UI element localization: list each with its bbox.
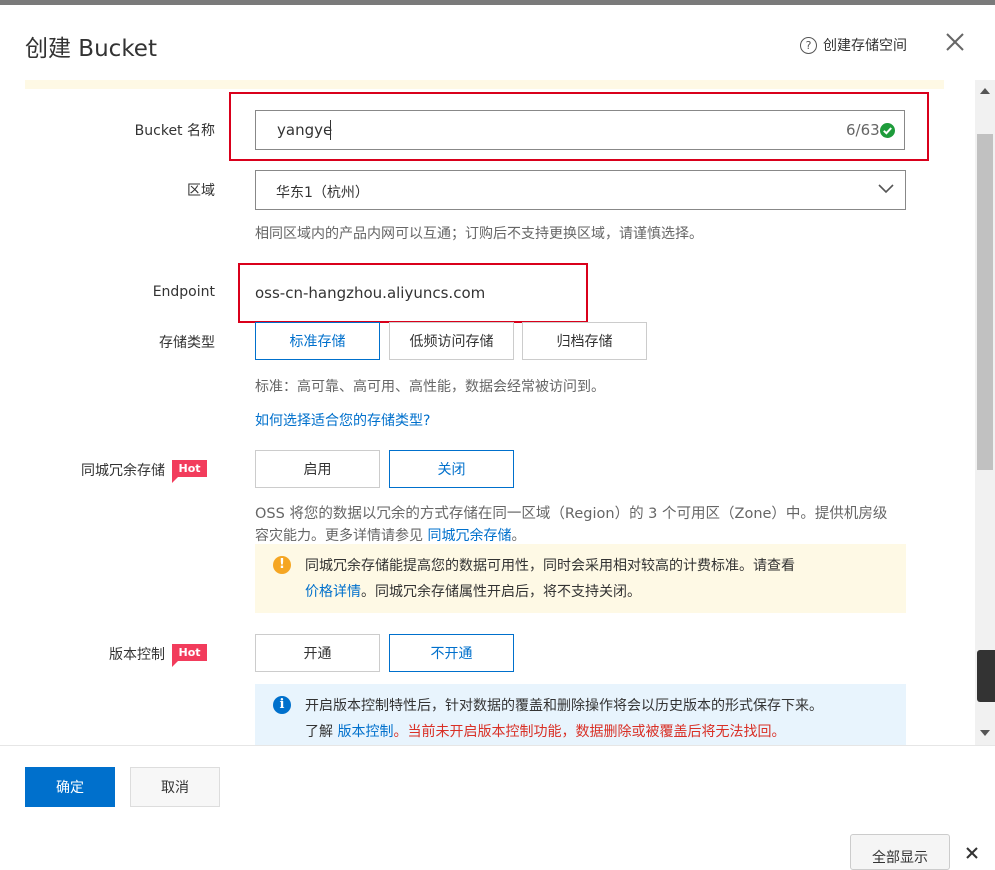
region-label: 区域 <box>187 183 215 199</box>
hot-badge: Hot <box>172 460 207 483</box>
show-all-button[interactable]: 全部显示 <box>850 834 950 870</box>
info-icon: i <box>273 696 291 714</box>
text-cursor <box>330 120 331 140</box>
versioning-doc-link[interactable]: 版本控制 <box>337 724 393 740</box>
storage-type-infrequent[interactable]: 低频访问存储 <box>389 322 514 360</box>
pricing-details-link[interactable]: 价格详情 <box>305 584 361 600</box>
versioning-notice-prefix: 了解 <box>305 724 338 740</box>
scrollbar-thumb[interactable] <box>977 134 993 470</box>
bucket-name-label: Bucket 名称 <box>134 123 215 139</box>
warning-icon: ! <box>273 556 291 574</box>
bucket-name-counter: 6/63 <box>846 121 880 139</box>
zone-redundancy-hint-line1: OSS 将您的数据以冗余的方式存储在同一区域（Region）的 3 个可用区（Z… <box>255 506 888 522</box>
dialog-title: 创建 Bucket <box>25 36 157 62</box>
region-hint: 相同区域内的产品内网可以互通；订购后不支持更换区域，请谨慎选择。 <box>255 226 703 242</box>
zone-redundancy-notice: ! 同城冗余存储能提高您的数据可用性，同时会采用相对较高的计费标准。请查看 价格… <box>255 544 906 613</box>
zone-redundancy-notice-text: 。同城冗余存储属性开启后，将不支持关闭。 <box>361 584 641 600</box>
bucket-name-input[interactable]: yangye 6/63 <box>255 110 905 150</box>
storage-type-label: 存储类型 <box>159 335 215 351</box>
check-circle-icon <box>880 123 895 138</box>
zone-redundancy-label: 同城冗余存储 <box>81 463 165 479</box>
zone-redundancy-hint-suffix: 。 <box>511 528 526 544</box>
side-widget-icon[interactable] <box>977 650 995 702</box>
zone-redundancy-hint-prefix: 容灾能力。更多详情请参见 <box>255 528 428 544</box>
hot-badge: Hot <box>172 644 207 667</box>
zone-redundancy-notice-line2: 价格详情。同城冗余存储属性开启后，将不支持关闭。 <box>305 579 888 605</box>
endpoint-value: oss-cn-hangzhou.aliyuncs.com <box>255 284 486 302</box>
versioning-disable[interactable]: 不开通 <box>389 634 514 672</box>
dialog-footer: 确定 取消 全部显示 <box>0 745 995 870</box>
cancel-button[interactable]: 取消 <box>130 767 220 807</box>
scroll-down-arrow-icon[interactable] <box>980 730 990 736</box>
versioning-notice: i 开启版本控制特性后，针对数据的覆盖和删除操作将会以历史版本的形式保存下来。 … <box>255 684 906 745</box>
close-icon[interactable] <box>965 846 979 860</box>
region-select[interactable]: 华东1（杭州） <box>255 170 906 210</box>
zone-redundancy-enable[interactable]: 启用 <box>255 450 380 488</box>
chevron-down-icon <box>878 184 894 194</box>
close-icon[interactable] <box>944 31 966 53</box>
versioning-notice-line2: 了解 版本控制。当前未开启版本控制功能，数据删除或被覆盖后将无法找回。 <box>305 719 888 745</box>
storage-type-archive[interactable]: 归档存储 <box>522 322 647 360</box>
storage-type-standard[interactable]: 标准存储 <box>255 322 380 360</box>
endpoint-label: Endpoint <box>152 284 215 300</box>
zone-redundancy-disable[interactable]: 关闭 <box>389 450 514 488</box>
zone-redundancy-notice-line1: 同城冗余存储能提高您的数据可用性，同时会采用相对较高的计费标准。请查看 <box>305 558 795 574</box>
help-link[interactable]: ? 创建存储空间 <box>800 35 907 55</box>
storage-type-hint: 标准：高可靠、高可用、高性能，数据会经常被访问到。 <box>255 379 605 395</box>
help-link-label: 创建存储空间 <box>823 38 907 54</box>
confirm-button[interactable]: 确定 <box>25 767 115 807</box>
zone-redundancy-hint-line2: 容灾能力。更多详情请参见 同城冗余存储。 <box>255 525 525 545</box>
storage-type-help-link[interactable]: 如何选择适合您的存储类型? <box>255 410 430 430</box>
region-value: 华东1（杭州） <box>276 185 369 201</box>
dialog-body: Bucket 名称 yangye 6/63 区域 华东1（杭州） 相同区域内的产… <box>0 80 975 745</box>
versioning-enable[interactable]: 开通 <box>255 634 380 672</box>
dialog-header: 创建 Bucket ? 创建存储空间 <box>0 5 995 80</box>
vertical-scrollbar[interactable] <box>975 80 995 745</box>
bucket-name-value: yangye <box>277 121 333 139</box>
zone-redundancy-doc-link[interactable]: 同城冗余存储 <box>427 528 511 544</box>
top-notice-strip <box>25 80 944 89</box>
scroll-up-arrow-icon[interactable] <box>980 88 990 94</box>
versioning-warning-text: 。当前未开启版本控制功能，数据删除或被覆盖后将无法找回。 <box>393 724 786 740</box>
versioning-label: 版本控制 <box>109 647 165 663</box>
versioning-notice-line1: 开启版本控制特性后，针对数据的覆盖和删除操作将会以历史版本的形式保存下来。 <box>305 698 823 714</box>
question-icon: ? <box>800 36 817 54</box>
